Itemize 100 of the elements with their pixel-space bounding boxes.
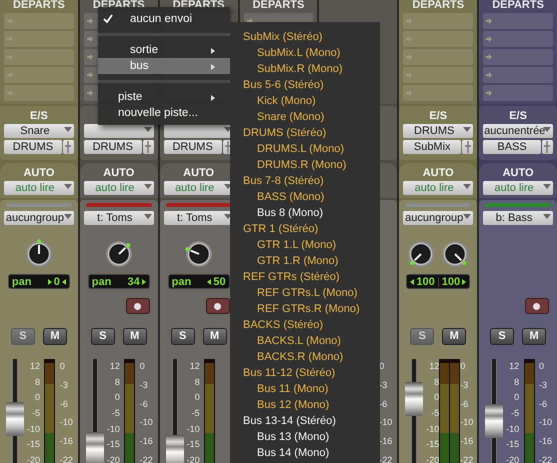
pan-knob[interactable] — [104, 239, 134, 269]
pan-value: 34 — [128, 276, 140, 288]
fader-scale-label: -20 — [26, 454, 40, 463]
io-label: E/S — [29, 110, 49, 122]
mute-button[interactable]: M — [442, 328, 466, 344]
bus-menu-item[interactable]: DRUMS.L (Mono) — [230, 141, 380, 157]
bus-menu-item[interactable]: Bus 14 (Mono) — [230, 445, 380, 461]
sends-header: DEPARTS — [92, 0, 146, 11]
output-selector[interactable]: BASS — [483, 140, 541, 154]
pan-knob[interactable] — [184, 239, 214, 269]
fader-icon[interactable] — [542, 140, 553, 154]
mute-button[interactable]: M — [122, 328, 147, 344]
arrow-icon — [7, 90, 13, 96]
group-selector[interactable]: aucungroup — [403, 211, 474, 225]
bus-menu-item[interactable]: Snare (Mono) — [230, 109, 380, 125]
arrow-icon — [86, 72, 93, 78]
record-button[interactable] — [206, 298, 230, 314]
mute-button[interactable]: M — [522, 328, 546, 344]
fader-handle[interactable] — [405, 382, 424, 416]
fader-scale-label: -15 — [505, 439, 520, 450]
meter-scale-label: 0 — [60, 361, 66, 371]
menu-item[interactable]: aucun envoi — [98, 11, 230, 27]
fader-scale-label: -20 — [106, 454, 120, 463]
output-selector[interactable]: SubMix — [403, 140, 462, 154]
fader-scale-label: -10 — [425, 424, 440, 434]
fader-handle[interactable] — [86, 432, 104, 463]
solo-button[interactable]: S — [90, 328, 115, 344]
meter-scale-label: -10 — [538, 417, 553, 428]
bus-menu-item[interactable]: Bus 13-14 (Stéréo) — [230, 413, 380, 429]
arrow-icon — [486, 72, 492, 78]
bus-menu-item[interactable]: Bus 12 (Mono) — [230, 397, 380, 413]
bus-menu-item[interactable]: Bus 11-12 (Stéréo) — [230, 365, 380, 381]
meter-scale-label: -10 — [460, 417, 474, 428]
meter-scale-label: -10 — [140, 417, 154, 428]
fader-handle[interactable] — [6, 402, 24, 436]
bus-menu-item[interactable]: DRUMS.R (Mono) — [230, 157, 380, 173]
arrow-icon — [406, 72, 412, 78]
arrow-icon — [7, 18, 13, 24]
output-selector[interactable]: DRUMS — [164, 140, 222, 154]
fader-scale-label: 0 — [194, 392, 200, 402]
fader-scale-label: -10 — [26, 424, 40, 434]
menu-item[interactable]: bus — [98, 58, 230, 74]
fader-icon[interactable] — [142, 140, 154, 154]
bus-menu-item[interactable]: Bus 11 (Mono) — [230, 381, 380, 397]
bus-menu-item[interactable]: BACKS (Stéréo) — [230, 317, 380, 333]
meter-scale-label: -10 — [379, 417, 394, 428]
output-selector[interactable]: DRUMS — [4, 140, 62, 154]
record-button[interactable] — [126, 298, 150, 314]
bus-menu-item[interactable]: SubMix (Stéréo) — [230, 29, 380, 45]
meter-scale-label: -3 — [538, 380, 548, 390]
arrow-icon — [486, 36, 492, 42]
menu-item[interactable]: nouvelle piste... — [98, 105, 230, 121]
bus-menu-item[interactable]: BACKS.L (Mono) — [230, 333, 380, 349]
group-selector[interactable]: t: Toms — [84, 211, 154, 225]
fader-handle[interactable] — [485, 404, 504, 438]
bus-menu-item[interactable]: Kick (Mono) — [230, 93, 380, 109]
bus-menu-item[interactable]: DRUMS (Stéréo) — [230, 125, 380, 141]
meter-scale-label: -22 — [379, 454, 394, 463]
mute-button[interactable]: M — [202, 328, 227, 344]
bus-menu-item[interactable]: REF GTRs.R (Mono) — [230, 301, 380, 317]
bus-menu-item[interactable]: Bus 5-6 (Stéréo) — [230, 77, 380, 93]
pan-knob[interactable] — [24, 239, 54, 269]
menu-item[interactable]: piste — [98, 89, 230, 105]
bus-menu-item[interactable]: REF GTRs (Stéréo) — [230, 269, 380, 285]
fader-scale-label: -10 — [505, 424, 520, 434]
dropdown-icon — [144, 127, 152, 132]
dropdown-icon — [64, 214, 72, 219]
fader-scale-label: -15 — [186, 439, 200, 450]
arrow-icon — [486, 18, 492, 24]
group-selector[interactable]: aucungroup — [4, 211, 74, 225]
bus-menu-item[interactable]: SubMix.L (Mono) — [230, 45, 380, 61]
bus-menu-item[interactable]: GTR 1.L (Mono) — [230, 237, 380, 253]
fader-scale-label: 0 — [34, 392, 40, 402]
io-label: E/S — [428, 110, 448, 122]
mute-button[interactable]: M — [42, 328, 67, 344]
input-selector[interactable] — [84, 124, 154, 138]
pan-knob[interactable] — [406, 239, 436, 269]
bus-menu-item[interactable]: GTR 1.R (Mono) — [230, 253, 380, 269]
dropdown-icon — [463, 127, 472, 132]
input-selector[interactable]: DRUMS — [403, 124, 474, 138]
bus-menu-item[interactable]: SubMix.R (Mono) — [230, 61, 380, 77]
pan-label: pan — [172, 276, 192, 288]
input-selector[interactable]: aucunentrée — [483, 124, 553, 138]
solo-button[interactable]: S — [490, 328, 514, 344]
bus-menu-item[interactable]: Bus 13 (Mono) — [230, 429, 380, 445]
record-button[interactable] — [524, 298, 549, 314]
fader-scale-label: -5 — [110, 408, 120, 418]
input-selector[interactable]: Snare — [4, 124, 74, 138]
bus-menu-item[interactable]: REF GTRs.L (Mono) — [230, 285, 380, 301]
fader-handle[interactable] — [166, 434, 184, 463]
fader-scale-label: 12 — [188, 361, 200, 371]
sends-header: DEPARTS — [411, 0, 466, 11]
output-selector[interactable]: DRUMS — [84, 140, 142, 154]
arrow-icon — [486, 54, 492, 60]
solo-button[interactable]: S — [170, 328, 195, 344]
dropdown-icon — [542, 184, 551, 189]
bus-menu-item[interactable]: BACKS.R (Mono) — [230, 349, 380, 365]
menu-item[interactable]: sortie — [98, 42, 230, 58]
pan-knob[interactable] — [440, 239, 470, 269]
group-selector[interactable]: b: Bass — [483, 211, 553, 225]
